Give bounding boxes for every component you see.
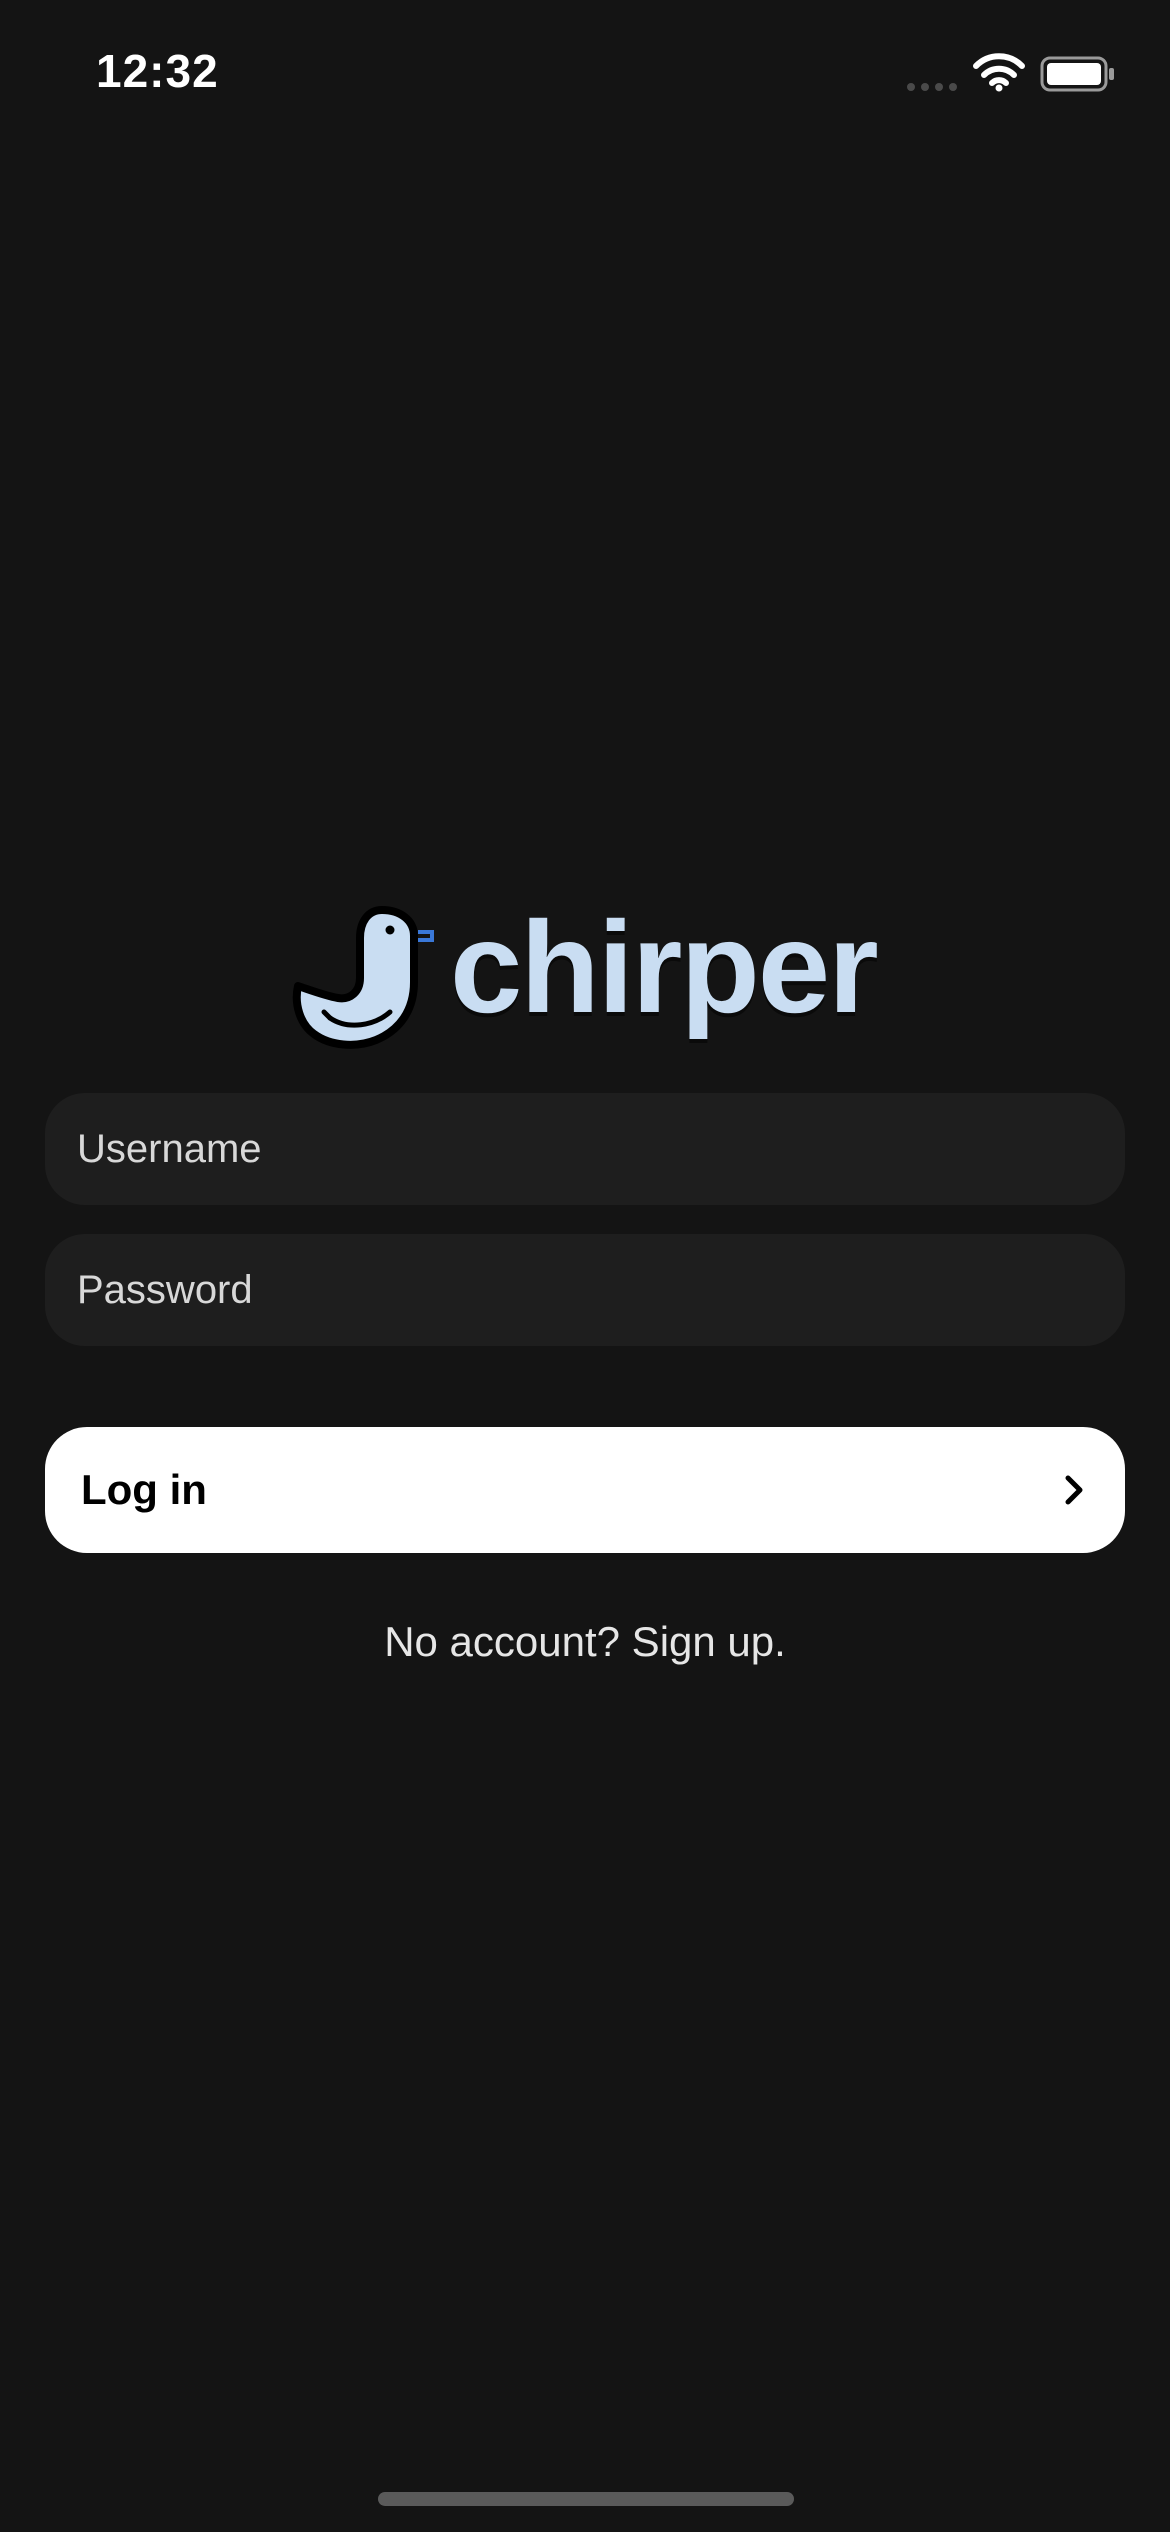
username-field[interactable] bbox=[45, 1092, 1125, 1206]
login-button-label: Log in bbox=[81, 1466, 207, 1513]
password-field[interactable] bbox=[45, 1233, 1125, 1347]
home-indicator[interactable] bbox=[378, 2492, 794, 2506]
app-logo: chirper bbox=[290, 900, 890, 1060]
status-bar: 12:32 bbox=[0, 0, 1170, 150]
signal-icon bbox=[907, 83, 957, 91]
login-button[interactable]: Log in bbox=[45, 1427, 1125, 1553]
wifi-icon bbox=[973, 53, 1025, 92]
password-input[interactable] bbox=[75, 1233, 1125, 1347]
bird-logo-icon bbox=[292, 906, 434, 1049]
signup-link[interactable]: No account? Sign up. bbox=[0, 1618, 1170, 1666]
status-time: 12:32 bbox=[96, 45, 219, 97]
username-input[interactable] bbox=[75, 1092, 1125, 1206]
chevron-right-icon bbox=[1065, 1475, 1083, 1505]
battery-icon bbox=[1040, 56, 1114, 92]
brand-name: chirper bbox=[450, 894, 879, 1040]
